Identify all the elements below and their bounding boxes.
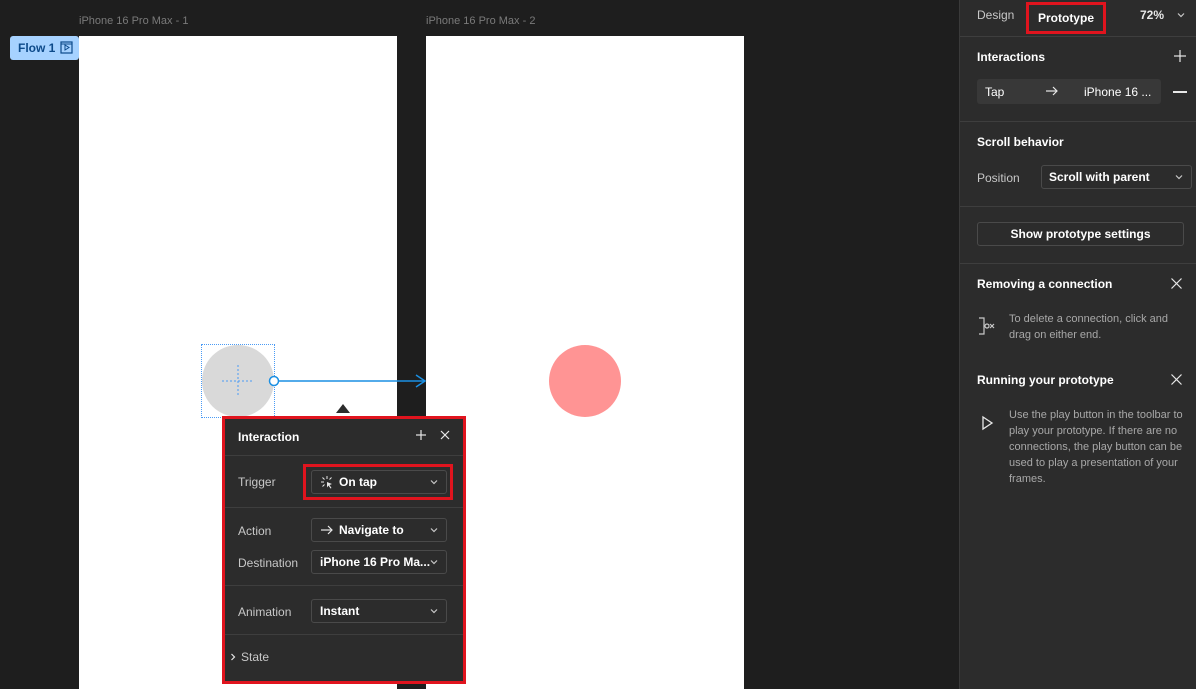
tap-gesture-icon: [321, 476, 332, 489]
tab-design[interactable]: Design: [977, 8, 1014, 22]
divider: [225, 634, 463, 635]
animation-select[interactable]: Instant: [311, 599, 447, 623]
interaction-popover[interactable]: Interaction Trigger On tap Action Naviga…: [222, 416, 466, 684]
divider: [225, 585, 463, 586]
position-value: Scroll with parent: [1049, 170, 1150, 184]
scroll-behavior-title: Scroll behavior: [977, 135, 1064, 149]
action-value: Navigate to: [339, 523, 404, 537]
canvas[interactable]: iPhone 16 Pro Max - 1 iPhone 16 Pro Max …: [0, 0, 959, 689]
animation-value: Instant: [320, 604, 360, 618]
frame1-label[interactable]: iPhone 16 Pro Max - 1: [79, 15, 188, 27]
divider: [960, 36, 1196, 37]
tab-prototype[interactable]: Prototype: [1026, 2, 1106, 34]
animation-label: Animation: [238, 605, 292, 619]
zoom-level[interactable]: 72%: [1140, 8, 1164, 22]
chevron-down-icon: [430, 560, 438, 565]
popover-title: Interaction: [238, 430, 300, 444]
flow-chip[interactable]: Flow 1: [10, 36, 79, 60]
running-prototype-text: Use the play button in the toolbar to pl…: [1009, 409, 1183, 485]
chevron-down-icon: [430, 480, 438, 485]
destination-value: iPhone 16 Pro Ma...: [320, 555, 431, 569]
play-icon: [982, 415, 994, 431]
state-toggle[interactable]: State: [229, 650, 269, 664]
red-circle-shape[interactable]: [549, 345, 621, 417]
chevron-right-icon: [231, 653, 236, 661]
arrow-right-icon: [1046, 86, 1058, 96]
interactions-title: Interactions: [977, 50, 1046, 64]
arrow-right-icon: [321, 525, 333, 535]
interaction-destination: iPhone 16 ...: [1084, 85, 1152, 99]
divider: [225, 507, 463, 508]
trigger-label: Trigger: [238, 475, 276, 489]
disconnect-icon: [979, 317, 995, 335]
action-label: Action: [238, 524, 272, 538]
destination-label: Destination: [238, 556, 299, 570]
add-icon[interactable]: [414, 428, 428, 442]
frame2-label[interactable]: iPhone 16 Pro Max - 2: [426, 15, 535, 27]
interaction-row[interactable]: Tap iPhone 16 ...: [977, 79, 1161, 104]
state-label: State: [241, 650, 270, 664]
close-icon[interactable]: [438, 428, 452, 442]
chevron-down-icon: [430, 609, 438, 614]
show-prototype-settings-button[interactable]: Show prototype settings: [977, 222, 1184, 246]
close-icon[interactable]: [1170, 373, 1183, 386]
connection-arrowhead: [415, 374, 427, 388]
action-select[interactable]: Navigate to: [311, 518, 447, 542]
popover-caret: [336, 404, 350, 413]
play-frame-icon[interactable]: [60, 41, 73, 54]
divider: [960, 206, 1196, 207]
removing-connection-text: To delete a connection, click and drag o…: [1009, 313, 1168, 341]
interaction-trigger: Tap: [985, 85, 1005, 99]
selection-outline: [201, 344, 275, 418]
position-select[interactable]: Scroll with parent: [1041, 165, 1192, 189]
flow-chip-label: Flow 1: [18, 41, 56, 55]
destination-select[interactable]: iPhone 16 Pro Ma...: [311, 550, 447, 574]
add-interaction-icon[interactable]: [1173, 49, 1187, 63]
properties-panel: Design Prototype 72% Interactions Tap iP…: [959, 0, 1196, 689]
chevron-down-icon: [1175, 175, 1183, 180]
divider: [960, 263, 1196, 264]
running-prototype-title: Running your prototype: [977, 373, 1114, 387]
popover-header: Interaction: [225, 419, 463, 455]
trigger-select[interactable]: On tap: [311, 470, 447, 494]
position-label: Position: [977, 171, 1020, 185]
close-icon[interactable]: [1170, 277, 1183, 290]
chevron-down-icon[interactable]: [1177, 12, 1185, 18]
divider: [960, 121, 1196, 122]
removing-connection-title: Removing a connection: [977, 277, 1113, 291]
remove-interaction-button[interactable]: [1173, 91, 1187, 93]
chevron-down-icon: [430, 528, 438, 533]
trigger-value: On tap: [339, 475, 377, 489]
divider: [225, 455, 463, 456]
